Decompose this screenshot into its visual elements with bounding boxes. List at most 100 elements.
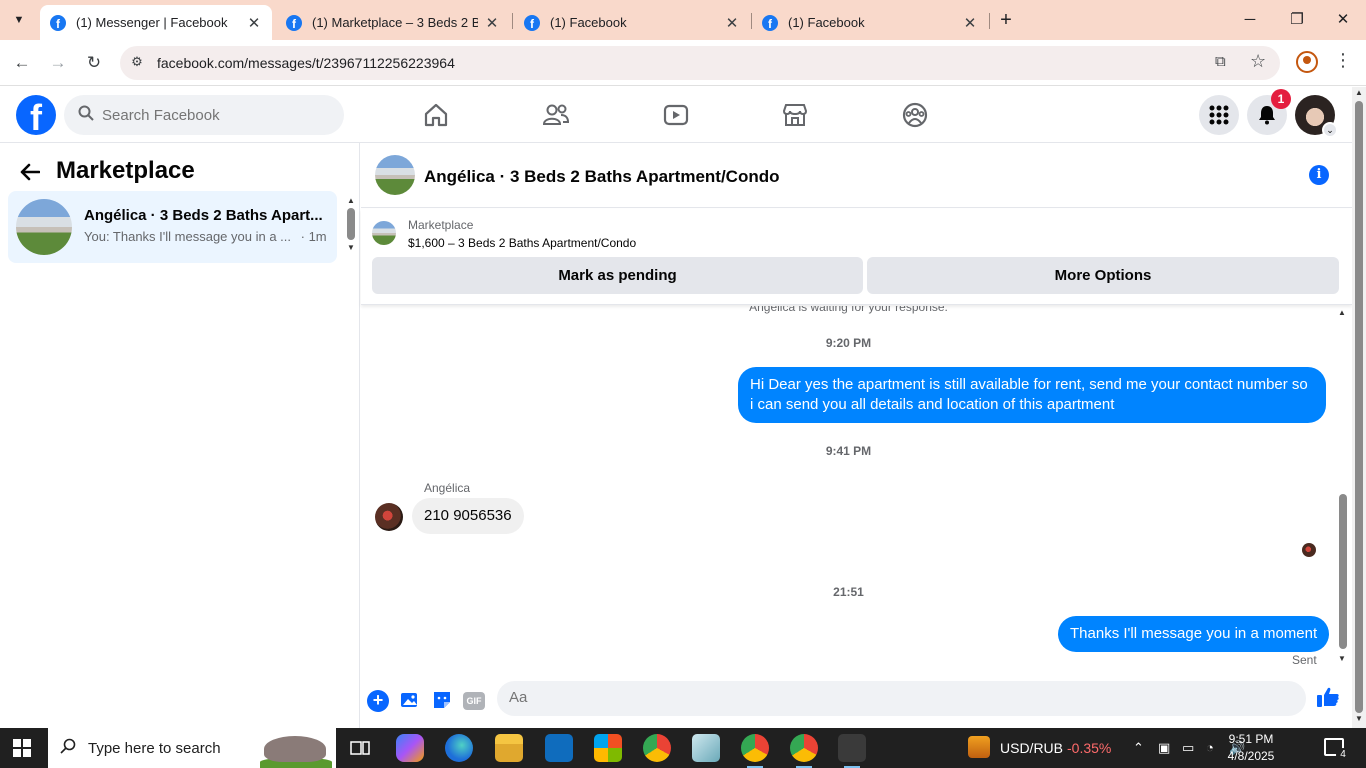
seen-avatar [1302,543,1316,557]
system-clock[interactable]: 9:51 PM 4/8/2025 [1223,731,1279,765]
taskbar-search-box[interactable]: Type here to search [48,728,336,768]
message-input[interactable] [509,689,1249,706]
close-tab-icon[interactable]: ✕ [724,14,740,32]
scroll-up-icon[interactable]: ▲ [1355,88,1363,97]
friends-icon[interactable] [542,101,570,129]
scroll-thumb[interactable] [347,208,355,240]
clock-time: 9:51 PM [1228,732,1274,746]
site-info-tune-icon[interactable]: ⚙ [128,54,146,72]
tab-label: (1) Facebook [550,15,627,30]
taskbar-search-placeholder: Type here to search [88,739,221,757]
file-explorer-icon[interactable] [495,734,523,762]
listing-banner: Marketplace $1,600 – 3 Beds 2 Baths Apar… [361,209,1352,305]
facebook-search-box[interactable] [64,95,344,135]
facebook-favicon-icon: f [524,14,540,31]
add-plus-icon[interactable]: + [367,690,389,712]
edge-browser-icon[interactable] [445,734,473,762]
listing-price[interactable]: $1,600 – 3 Beds 2 Baths Apartment/Condo [408,236,636,250]
tab-marketplace[interactable]: f (1) Marketplace – 3 Beds 2 Bath ✕ [276,5,510,40]
new-tab-plus-icon[interactable]: + [994,8,1018,32]
close-tab-icon[interactable]: ✕ [962,14,978,32]
back-arrow-icon[interactable]: ← [9,50,35,76]
close-tab-icon[interactable]: ✕ [484,14,500,32]
notes-app-icon[interactable] [692,734,720,762]
thumbs-up-like-icon[interactable] [1316,686,1340,714]
outgoing-message[interactable]: Thanks I'll message you in a moment [1058,616,1330,652]
more-options-button[interactable]: More Options [867,257,1339,294]
scroll-down-icon[interactable]: ▼ [1355,714,1363,723]
listing-thumbnail[interactable] [372,221,396,245]
tab-separator [989,13,990,29]
tab-messenger[interactable]: f (1) Messenger | Facebook ✕ [40,5,272,40]
minimize-window-icon[interactable]: ─ [1235,8,1265,32]
attach-photo-icon[interactable] [399,690,421,712]
scroll-up-icon[interactable]: ▲ [345,196,357,205]
search-highlight-hippo-icon [264,736,326,762]
scroll-thumb[interactable] [1339,494,1347,649]
message-input-box[interactable] [497,681,1306,716]
chrome-icon[interactable] [643,734,671,762]
sender-avatar[interactable] [375,503,403,531]
tab-facebook-2[interactable]: f (1) Facebook ✕ [752,5,988,40]
message-composer: + GIF [361,678,1352,728]
back-arrow-icon[interactable] [20,161,41,187]
notification-center-icon[interactable]: 4 [1324,738,1350,762]
chrome-profile-2-icon[interactable] [790,734,818,768]
info-icon[interactable]: i [1309,165,1329,185]
url-text[interactable]: facebook.com/messages/t/2396711225622396… [157,55,455,71]
scroll-thumb[interactable] [1355,101,1363,713]
tab-search-chevron-icon[interactable]: ▼ [6,7,32,33]
outgoing-message[interactable]: Hi Dear yes the apartment is still avail… [738,367,1326,423]
chat-title[interactable]: Angélica · 3 Beds 2 Baths Apartment/Cond… [424,167,779,187]
close-tab-icon[interactable]: ✕ [246,14,262,32]
reload-icon[interactable]: ↻ [81,50,107,76]
task-view-icon[interactable] [346,734,374,762]
sidebar-scrollbar[interactable]: ▲ ▼ [345,196,357,256]
browser-menu-kebab-icon[interactable]: ⋮ [1334,50,1352,71]
mark-as-pending-button[interactable]: Mark as pending [372,257,863,294]
restore-window-icon[interactable]: ❐ [1282,8,1312,32]
gif-icon[interactable]: GIF [463,692,485,710]
microsoft-store-icon[interactable] [594,734,622,762]
facebook-search-input[interactable] [102,106,322,124]
timestamp: 21:51 [833,585,864,599]
video-icon[interactable] [662,101,690,129]
ticker-name[interactable]: USD/RUB [1000,740,1063,756]
scroll-down-icon[interactable]: ▼ [1338,654,1346,663]
groups-icon[interactable] [901,101,929,129]
sticker-icon[interactable] [431,690,453,712]
browser-tab-strip: ▼ f (1) Messenger | Facebook ✕ f (1) Mar… [0,0,1366,40]
network-icon[interactable]: ◔ [1206,740,1214,755]
listing-thumbnail[interactable] [375,155,415,195]
battery-icon[interactable]: ▭ [1182,740,1194,756]
listing-thumbnail [16,199,72,255]
page-scrollbar[interactable]: ▲ ▼ [1352,87,1366,728]
facebook-logo-icon[interactable]: f [16,95,56,135]
scroll-down-icon[interactable]: ▼ [345,243,357,252]
ticker-change[interactable]: -0.35% [1067,740,1111,756]
copilot-icon[interactable] [396,734,424,762]
conversation-list-item[interactable]: Angélica · 3 Beds 2 Baths Apart... You: … [8,191,337,263]
browser-profile-icon[interactable] [1296,51,1318,73]
scroll-up-icon[interactable]: ▲ [1338,308,1346,317]
active-app-icon[interactable] [838,734,866,768]
account-avatar[interactable]: ⌄ [1295,95,1338,138]
tab-facebook-1[interactable]: f (1) Facebook ✕ [514,5,750,40]
show-hidden-icons-chevron-icon[interactable]: ⌃ [1133,740,1144,756]
currency-widget-icon[interactable] [968,736,990,758]
close-window-icon[interactable]: ✕ [1328,8,1358,32]
chat-scrollbar[interactable]: ▲ ▼ [1336,306,1350,666]
chrome-profile-icon[interactable] [741,734,769,768]
incoming-message[interactable]: 210 9056536 [412,498,524,534]
marketplace-icon[interactable] [781,101,809,129]
install-app-icon[interactable]: ⧉ [1215,53,1226,70]
menu-grid-icon[interactable] [1199,95,1239,135]
sent-status: Sent [1292,653,1317,667]
bookmark-star-icon[interactable]: ☆ [1250,51,1266,72]
home-icon[interactable] [422,101,450,129]
address-bar[interactable]: ⚙ facebook.com/messages/t/23967112256223… [120,46,1280,80]
windows-start-icon[interactable] [13,739,31,757]
forward-arrow-icon[interactable]: → [45,50,71,76]
meet-now-icon[interactable]: ▣ [1158,740,1170,756]
outlook-icon[interactable] [545,734,573,762]
